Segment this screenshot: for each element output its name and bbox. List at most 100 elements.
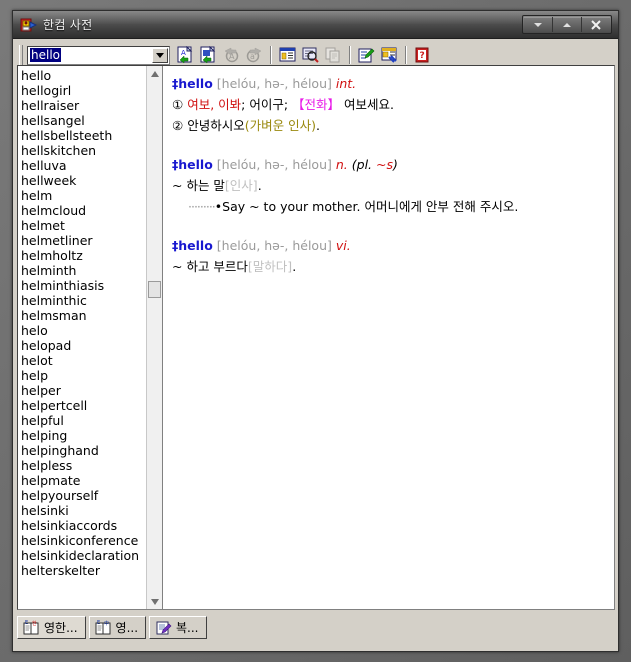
list-item[interactable]: hello (21, 68, 162, 83)
inflection-value: ~s (376, 157, 394, 172)
svg-text:?: ? (420, 51, 425, 61)
dictionary-settings-icon[interactable] (378, 44, 401, 66)
list-item[interactable]: hellraiser (21, 98, 162, 113)
sense-line-2: ② 안녕하시오(가벼운 인사). (172, 115, 608, 136)
list-item[interactable]: help (21, 368, 162, 383)
eng-chi-dictionary-icon: E中 (95, 620, 112, 636)
list-item[interactable]: helper (21, 383, 162, 398)
list-item[interactable]: hellogirl (21, 83, 162, 98)
list-item[interactable]: hellsbellsteeth (21, 128, 162, 143)
sense-mid-text: ; 어이구; (241, 97, 289, 112)
import-word-icon[interactable]: A (174, 44, 197, 66)
sense-line-3: ~ 하는 말[인사]. (172, 175, 608, 196)
help-icon[interactable]: ? (411, 44, 434, 66)
list-item[interactable]: helm (21, 188, 162, 203)
tab-label: 영한... (44, 621, 78, 635)
list-item[interactable]: helsinki (21, 503, 162, 518)
tab-label: 복... (176, 621, 199, 635)
example-korean: 어머니에게 안부 전해 주시오. (364, 199, 519, 214)
svg-text:中: 中 (104, 620, 109, 627)
find-in-page-icon[interactable] (299, 44, 322, 66)
scroll-down-arrow-icon[interactable] (147, 594, 162, 609)
sense-period-4: . (292, 259, 297, 274)
example-leader-dots: ········· (188, 199, 216, 214)
definition-content: ‡hello [helóu, hə-, hélou] int. ① 여보, 이봐… (163, 66, 614, 283)
list-item[interactable]: helpmate (21, 473, 162, 488)
toolbar-separator-3 (405, 46, 407, 64)
list-item[interactable]: helopad (21, 338, 162, 353)
list-item[interactable]: helmsman (21, 308, 162, 323)
window-titlebar[interactable]: 한컴 사전 (13, 11, 618, 39)
part-of-speech-3: vi. (335, 238, 351, 253)
list-item[interactable]: helmet (21, 218, 162, 233)
forward-history-icon[interactable]: a (243, 44, 266, 66)
list-item[interactable]: hellskitchen (21, 143, 162, 158)
sense-line-4: ~ 하고 부르다[말하다]. (172, 256, 608, 277)
export-word-icon[interactable] (197, 44, 220, 66)
list-item[interactable]: helmcloud (21, 203, 162, 218)
definition-panel[interactable]: ‡hello [helóu, hə-, hélou] int. ① 여보, 이봐… (163, 66, 614, 609)
example-english: Say ~ to your mother. (222, 199, 361, 214)
list-item[interactable]: helminthiasis (21, 278, 162, 293)
list-item[interactable]: helpful (21, 413, 162, 428)
list-item[interactable]: helot (21, 353, 162, 368)
list-item[interactable]: hellsangel (21, 113, 162, 128)
inflection-close: ) (393, 157, 398, 172)
main-toolbar: hello A A a ? (16, 43, 616, 67)
list-item[interactable]: helmetliner (21, 233, 162, 248)
word-list-panel[interactable]: hello hellogirl hellraiser hellsangel hellsb… (18, 66, 163, 609)
edit-entry-icon[interactable] (355, 44, 378, 66)
tab-2[interactable]: 복... (149, 616, 207, 639)
maximize-button[interactable] (553, 17, 582, 32)
list-item[interactable]: helpless (21, 458, 162, 473)
scroll-up-arrow-icon[interactable] (147, 66, 162, 81)
headword-2: ‡hello (172, 157, 213, 172)
eng-kor-dictionary-icon: E한 (23, 620, 40, 636)
word-list-scrollbar[interactable] (146, 66, 162, 609)
tab-0[interactable]: E 한 영한... (17, 616, 86, 639)
list-item[interactable]: helminth (21, 263, 162, 278)
sense-tail-text: 여보세요. (344, 97, 395, 112)
svg-text:E: E (97, 620, 100, 626)
sense-gloss-4: [말하다] (247, 259, 293, 274)
toolbar-grip[interactable] (19, 45, 23, 65)
list-item[interactable]: helminthic (21, 293, 162, 308)
toolbar-separator (270, 46, 272, 64)
headword-3: ‡hello (172, 238, 213, 253)
tab-label: 영... (115, 621, 139, 635)
back-history-icon[interactable]: A (220, 44, 243, 66)
dictionary-entry-3: ‡hello [helóu, hə-, hélou] vi. ~ 하고 부르다[… (172, 235, 608, 277)
search-combobox[interactable]: hello (27, 45, 170, 65)
svg-text:A: A (181, 49, 186, 57)
list-item[interactable]: helo (21, 323, 162, 338)
sense-red-text: 여보, 이봐 (187, 97, 242, 112)
svg-text:E: E (25, 620, 28, 626)
copy-icon[interactable] (322, 44, 345, 66)
chevron-down-icon[interactable] (152, 47, 168, 63)
search-input[interactable]: hello (30, 48, 61, 62)
part-of-speech: int. (335, 76, 357, 91)
pronunciation-3: [helóu, hə-, hélou] (216, 238, 332, 253)
domain-label: 【전화】 (292, 97, 341, 112)
list-item[interactable]: helping (21, 428, 162, 443)
list-item[interactable]: helluva (21, 158, 162, 173)
list-item[interactable]: helmholtz (21, 248, 162, 263)
minimize-button[interactable] (524, 17, 553, 32)
tab-1[interactable]: E 中 영... (88, 616, 147, 639)
list-item[interactable]: helpyourself (21, 488, 162, 503)
sense-note-2: (가벼운 인사) (244, 118, 316, 133)
word-list-icon[interactable] (276, 44, 299, 66)
list-item[interactable]: helsinkiaccords (21, 518, 162, 533)
close-button[interactable] (582, 17, 610, 32)
list-item[interactable]: helsinkideclaration (21, 548, 162, 563)
entry-gap-1 (172, 136, 608, 154)
list-item[interactable]: helpertcell (21, 398, 162, 413)
svg-text:한: 한 (32, 621, 37, 627)
list-item[interactable]: helsinkiconference (21, 533, 162, 548)
list-item[interactable]: helterskelter (21, 563, 162, 578)
pronunciation: [helóu, hə-, hélou] (216, 76, 332, 91)
list-item[interactable]: hellweek (21, 173, 162, 188)
word-list-items: hello hellogirl hellraiser hellsangel hellsb… (18, 66, 162, 578)
scrollbar-thumb[interactable] (148, 281, 161, 298)
list-item[interactable]: helpinghand (21, 443, 162, 458)
